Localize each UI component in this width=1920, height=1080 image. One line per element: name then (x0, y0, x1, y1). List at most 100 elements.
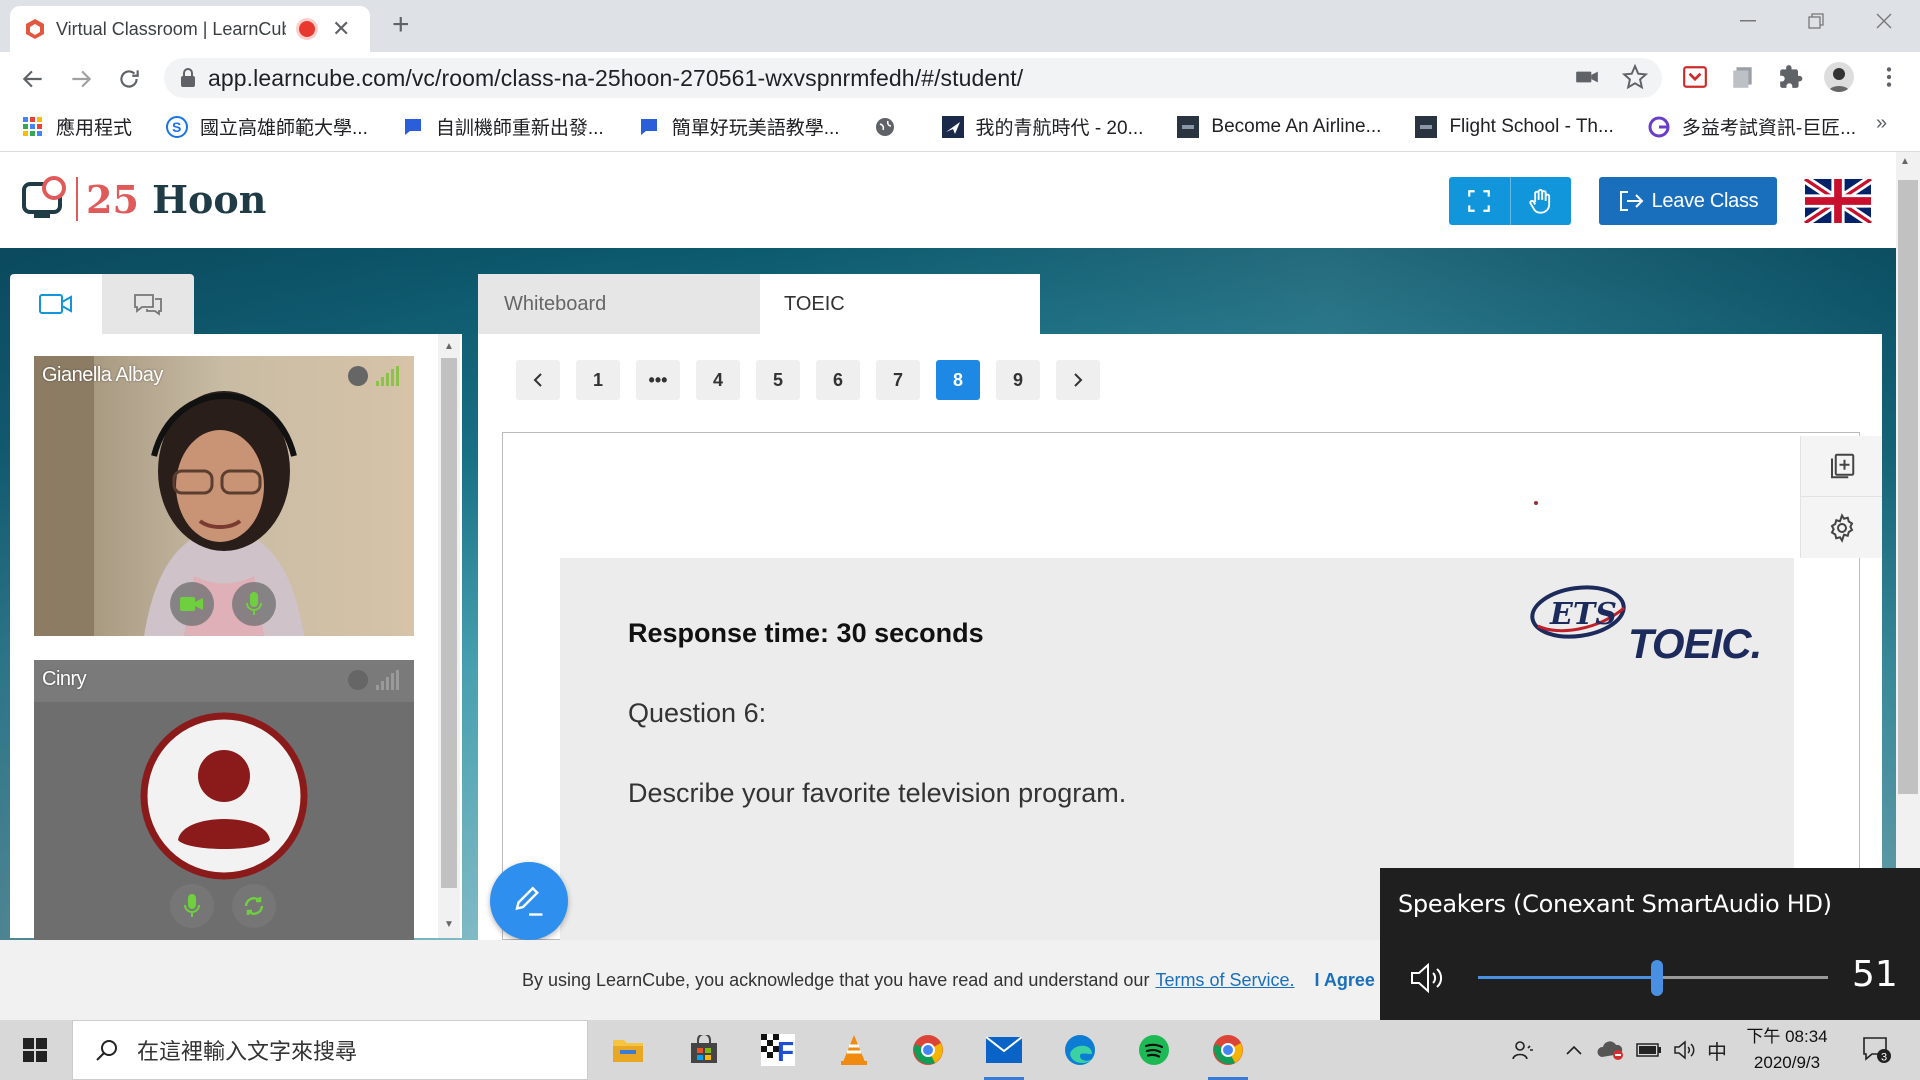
page-button[interactable]: 5 (756, 360, 800, 400)
i-agree-button[interactable]: I Agree (1314, 970, 1374, 991)
drawing-tools-button[interactable] (490, 862, 568, 940)
microphone-icon (184, 894, 200, 918)
tab-chat[interactable] (102, 274, 194, 334)
notification-center-icon[interactable]: 3 (1852, 1020, 1902, 1080)
add-page-button[interactable] (1801, 436, 1882, 497)
page-button[interactable]: 4 (696, 360, 740, 400)
taskbar-spotify[interactable] (1124, 1020, 1184, 1080)
language-uk-flag-icon[interactable] (1804, 179, 1872, 223)
speaker-icon[interactable] (1410, 962, 1448, 994)
bookmark-toeic-info[interactable]: 多益考試資訊-巨匠... (1648, 113, 1856, 140)
chrome-icon (1212, 1034, 1244, 1066)
logo-number: 25 (86, 176, 139, 222)
taskbar-file-explorer[interactable] (598, 1020, 658, 1080)
ime-indicator[interactable]: 中 (1704, 1020, 1730, 1080)
participants-scroll-thumb[interactable] (441, 358, 457, 888)
tray-overflow-chevron-icon[interactable] (1562, 1020, 1586, 1080)
page-button[interactable]: 9 (996, 360, 1040, 400)
bookmark-nknu[interactable]: S 國立高雄師範大學... (166, 113, 368, 140)
taskbar-edge[interactable] (1050, 1020, 1110, 1080)
extension-shield-icon[interactable] (1682, 64, 1708, 90)
bookmarks-overflow-icon[interactable]: » (1876, 112, 1887, 135)
taskbar-search[interactable]: 在這裡輸入文字來搜尋 (72, 1020, 588, 1080)
extension-copy-icon[interactable] (1730, 64, 1756, 90)
fullscreen-button[interactable] (1449, 177, 1511, 225)
dark-square-icon (1177, 115, 1200, 138)
start-button[interactable] (0, 1020, 70, 1080)
page-scroll-up-icon[interactable]: ▲ (1900, 156, 1910, 167)
bookmark-label: Flight School - Th... (1449, 115, 1614, 137)
battery-icon[interactable] (1634, 1020, 1664, 1080)
restore-icon[interactable] (1786, 6, 1846, 36)
profile-avatar[interactable] (1824, 62, 1854, 92)
onedrive-icon[interactable] (1594, 1020, 1628, 1080)
volume-flyout: Speakers (Conexant SmartAudio HD) 51 (1380, 868, 1920, 1020)
s-logo-icon: S (166, 115, 189, 138)
camera-toggle-button[interactable] (170, 582, 214, 626)
volume-fill (1478, 976, 1657, 979)
page-button[interactable]: 7 (876, 360, 920, 400)
bookmark-pilot[interactable]: 自訓機師重新出發... (402, 113, 604, 140)
brand-logo[interactable]: 25 Hoon (22, 176, 266, 222)
mic-toggle-button[interactable] (170, 884, 214, 928)
next-page-button[interactable] (1056, 360, 1100, 400)
page-button[interactable]: 6 (816, 360, 860, 400)
volume-tray-icon[interactable] (1670, 1020, 1700, 1080)
forward-icon[interactable] (68, 14, 94, 88)
taskbar-chrome-active[interactable] (1198, 1020, 1258, 1080)
taskbar-store[interactable] (674, 1020, 734, 1080)
bookmark-english[interactable]: 簡單好玩美語教學... (638, 113, 840, 140)
lock-icon[interactable] (180, 68, 196, 88)
extensions-puzzle-icon[interactable] (1778, 64, 1804, 90)
page-button-active[interactable]: 8 (936, 360, 980, 400)
terms-of-service-link[interactable]: Terms of Service. (1155, 970, 1294, 991)
browser-tab[interactable]: Virtual Classroom | LearnCube ✕ (10, 6, 370, 52)
taskbar-chrome[interactable] (898, 1020, 958, 1080)
bookmark-globe[interactable] (874, 116, 908, 138)
volume-slider-thumb[interactable] (1650, 960, 1663, 996)
minimize-icon[interactable] (1718, 6, 1778, 36)
new-tab-icon[interactable]: + (392, 10, 410, 40)
taskbar-mail[interactable] (974, 1020, 1034, 1080)
page-ellipsis-button[interactable]: ••• (636, 360, 680, 400)
volume-slider[interactable] (1478, 960, 1828, 996)
chat-bubble-icon (638, 116, 660, 138)
raise-hand-button[interactable] (1511, 177, 1572, 225)
clock-date: 2020/9/3 (1753, 1053, 1821, 1072)
tab-whiteboard[interactable]: Whiteboard (478, 274, 760, 334)
window-close-icon[interactable] (1854, 6, 1914, 36)
page-button[interactable]: 1 (576, 360, 620, 400)
people-icon[interactable] (1508, 1020, 1538, 1080)
scroll-down-icon[interactable]: ▼ (438, 914, 460, 934)
participant-name: Gianella Albay (42, 364, 163, 386)
mic-toggle-button[interactable] (232, 582, 276, 626)
bookmark-star-icon[interactable] (1622, 64, 1648, 90)
tab-close-icon[interactable]: ✕ (332, 16, 350, 42)
bookmark-airline[interactable]: Become An Airline... (1177, 115, 1381, 138)
taskbar-flight-app[interactable]: F (748, 1020, 808, 1080)
bookmark-label: 多益考試資訊-巨匠... (1681, 118, 1857, 139)
refresh-stream-button[interactable] (232, 884, 276, 928)
reload-icon[interactable] (116, 14, 142, 88)
bookmark-youth[interactable]: 我的青航時代 - 20... (941, 113, 1143, 140)
audio-device-name[interactable]: Speakers (Conexant SmartAudio HD) (1398, 890, 1832, 918)
system-clock[interactable]: 下午 08:34 2020/9/3 (1732, 1024, 1842, 1076)
camera-in-use-icon[interactable] (1574, 64, 1600, 90)
page-scroll-thumb[interactable] (1898, 180, 1918, 794)
leave-class-label: Leave Class (1651, 189, 1759, 212)
tab-toeic[interactable]: TOEIC (760, 274, 1040, 334)
taskbar-vlc[interactable] (824, 1020, 884, 1080)
prev-page-button[interactable] (516, 360, 560, 400)
scroll-up-icon[interactable]: ▲ (438, 336, 460, 356)
status-dot-icon (348, 670, 368, 690)
tab-video[interactable] (10, 274, 102, 334)
leave-class-button[interactable]: Leave Class (1599, 177, 1777, 225)
participant-card[interactable]: Cinry (34, 660, 414, 940)
bookmark-apps[interactable]: 應用程式 (22, 113, 132, 140)
bookmark-flight-school[interactable]: Flight School - Th... (1415, 115, 1614, 138)
settings-button[interactable] (1801, 497, 1882, 558)
address-bar[interactable]: app.learncube.com/vc/room/class-na-25hoo… (164, 58, 1662, 98)
chrome-menu-icon[interactable] (1876, 64, 1902, 90)
participant-card[interactable]: Gianella Albay (34, 356, 414, 636)
back-icon[interactable] (20, 14, 46, 88)
